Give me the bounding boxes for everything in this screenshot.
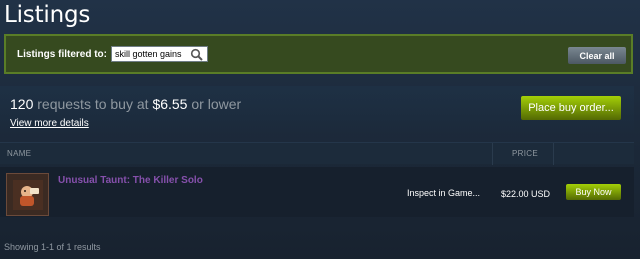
buy-order-panel: 120 requests to buy at $6.55 or lower Vi… <box>0 86 634 138</box>
item-image-icon <box>12 179 43 210</box>
buy-request-suffix: or lower <box>187 96 242 112</box>
table-row[interactable]: Unusual Taunt: The Killer Solo Inspect i… <box>0 167 634 217</box>
filter-bar: Listings filtered to: Clear all <box>4 34 633 74</box>
search-input[interactable] <box>112 47 188 61</box>
buy-request-price: $6.55 <box>152 96 188 112</box>
place-buy-order-button[interactable]: Place buy order... <box>521 96 621 120</box>
page-title: Listings <box>4 2 91 28</box>
inspect-in-game-link[interactable]: Inspect in Game... <box>407 188 480 198</box>
table-header: NAME PRICE <box>0 142 634 165</box>
column-header-name: NAME <box>7 149 32 158</box>
search-icon[interactable] <box>190 48 204 61</box>
column-divider <box>492 143 493 165</box>
view-more-details-link[interactable]: View more details <box>10 118 89 129</box>
buy-order-summary: 120 requests to buy at $6.55 or lower <box>10 96 241 112</box>
item-thumbnail[interactable] <box>6 173 49 216</box>
search-box[interactable] <box>111 46 208 62</box>
column-divider <box>553 143 554 165</box>
column-header-price: PRICE <box>512 149 538 158</box>
item-price: $22.00 USD <box>501 189 551 199</box>
buy-now-button[interactable]: Buy Now <box>566 184 621 200</box>
clear-all-button[interactable]: Clear all <box>568 47 626 64</box>
buy-request-count: 120 <box>10 96 34 112</box>
item-name-link[interactable]: Unusual Taunt: The Killer Solo <box>58 175 203 186</box>
filter-label: Listings filtered to: <box>17 48 107 60</box>
results-count: Showing 1-1 of 1 results <box>4 242 101 252</box>
buy-request-text: requests to buy at <box>33 96 153 112</box>
